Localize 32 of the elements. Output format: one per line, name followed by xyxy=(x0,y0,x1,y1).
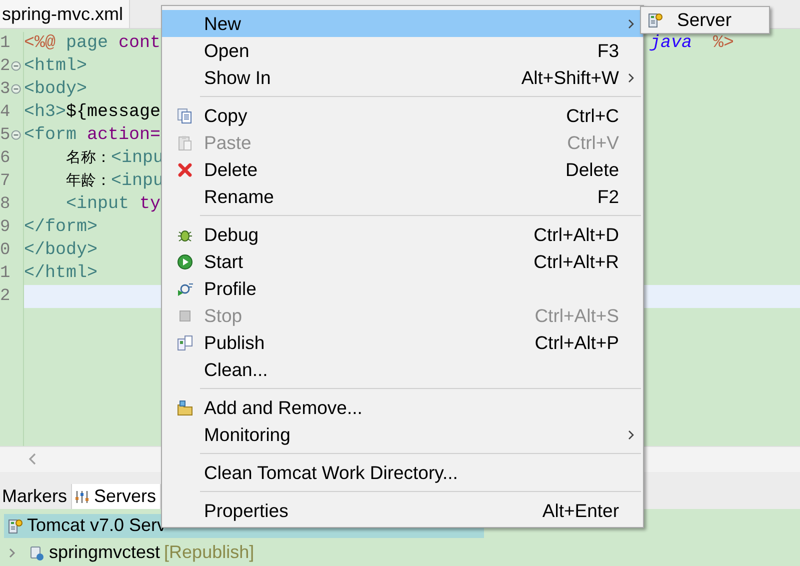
code-token: %> xyxy=(713,33,734,54)
code-token: </html> xyxy=(24,263,98,284)
code-token: ty xyxy=(140,194,161,214)
tree-label: springmvctest xyxy=(49,542,160,563)
code-token: </body> xyxy=(24,240,98,260)
code-token: cont xyxy=(118,33,161,54)
line-number: 2 xyxy=(0,56,10,76)
line-number: 1 xyxy=(0,34,10,53)
code-token: <form xyxy=(24,125,78,146)
line-number: 5 xyxy=(0,126,10,145)
code-token: <html> xyxy=(24,56,88,76)
code-token: <%@ xyxy=(24,33,56,54)
line-number: 6 xyxy=(0,148,10,168)
line-number: 8 xyxy=(0,194,10,214)
code-token: <body> xyxy=(24,79,88,100)
code-token: <input xyxy=(66,194,130,214)
code-token: action= xyxy=(87,125,161,146)
line-number: 7 xyxy=(0,172,10,191)
line-number: 9 xyxy=(0,218,10,237)
line-number: 4 xyxy=(0,102,10,122)
code-token: ${message xyxy=(66,102,161,122)
code-token: </form> xyxy=(24,217,98,238)
line-number: 2 xyxy=(0,286,10,306)
code-token: 年龄： xyxy=(66,171,111,192)
code-token: page xyxy=(65,33,110,54)
code-token: 名称： xyxy=(66,148,111,168)
code-token: java xyxy=(650,33,692,54)
status-label: [Republish] xyxy=(164,542,254,563)
line-number: 3 xyxy=(0,80,10,99)
line-number: 1 xyxy=(0,264,10,283)
code-token: <h3> xyxy=(24,102,66,122)
line-number: 0 xyxy=(0,240,10,260)
